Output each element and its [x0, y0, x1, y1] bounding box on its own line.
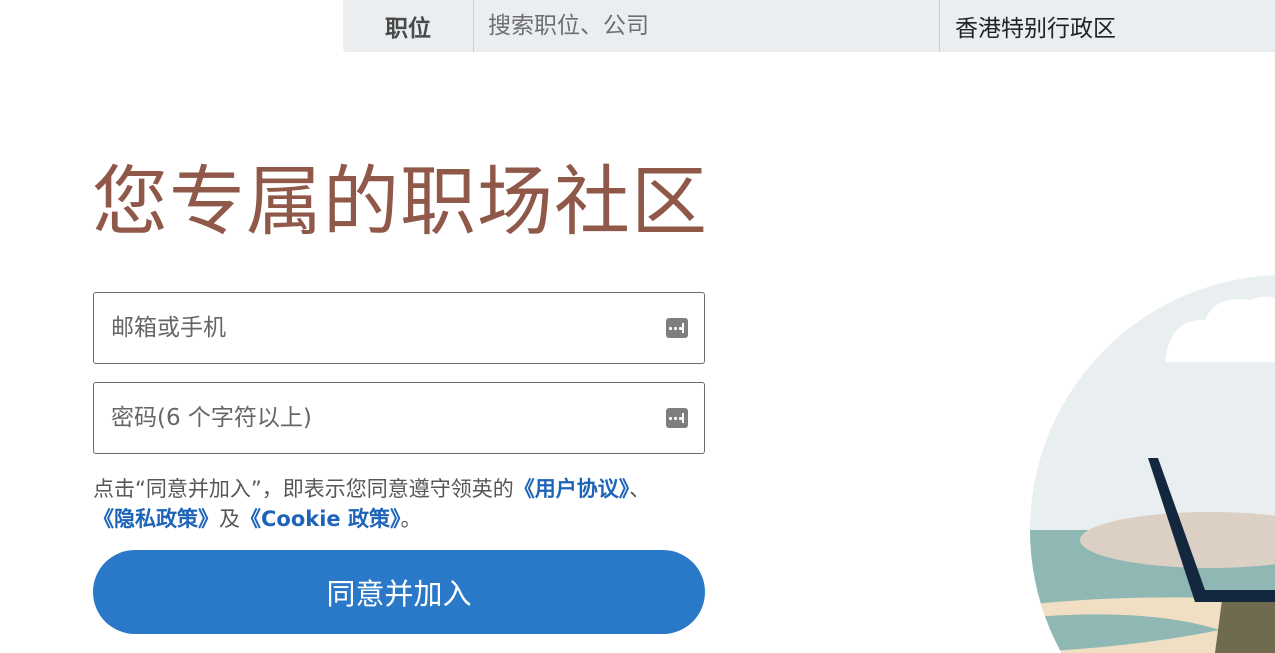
- cookie-policy-link[interactable]: 《Cookie 政策》: [240, 507, 400, 531]
- search-divider: [939, 0, 940, 52]
- page-title: 您专属的职场社区: [92, 157, 708, 246]
- agree-and-join-button[interactable]: 同意并加入: [93, 550, 705, 634]
- password-manager-icon[interactable]: [666, 408, 688, 428]
- user-agreement-link[interactable]: 《用户协议》: [514, 477, 630, 501]
- agreement-and: 及: [219, 507, 240, 531]
- agreement-prefix: 点击“同意并加入”，即表示您同意遵守领英的: [93, 477, 514, 501]
- location-input[interactable]: 香港特别行政区: [955, 0, 1116, 52]
- agreement-text: 点击“同意并加入”，即表示您同意遵守领英的《用户协议》、《隐私政策》及《Cook…: [93, 474, 673, 534]
- agreement-separator: 、: [629, 477, 651, 501]
- email-field[interactable]: [94, 293, 704, 363]
- search-type-tab-jobs[interactable]: 职位: [343, 0, 474, 52]
- password-manager-icon[interactable]: [666, 318, 688, 338]
- email-field-wrapper: [93, 292, 705, 364]
- password-field[interactable]: [94, 383, 704, 453]
- search-bar: 职位 香港特别行政区: [343, 0, 1275, 52]
- privacy-policy-link[interactable]: 《隐私政策》: [93, 507, 219, 531]
- agreement-suffix: 。: [400, 507, 422, 531]
- search-input[interactable]: [474, 0, 940, 52]
- password-field-wrapper: [93, 382, 705, 454]
- hero-illustration: [1030, 275, 1275, 653]
